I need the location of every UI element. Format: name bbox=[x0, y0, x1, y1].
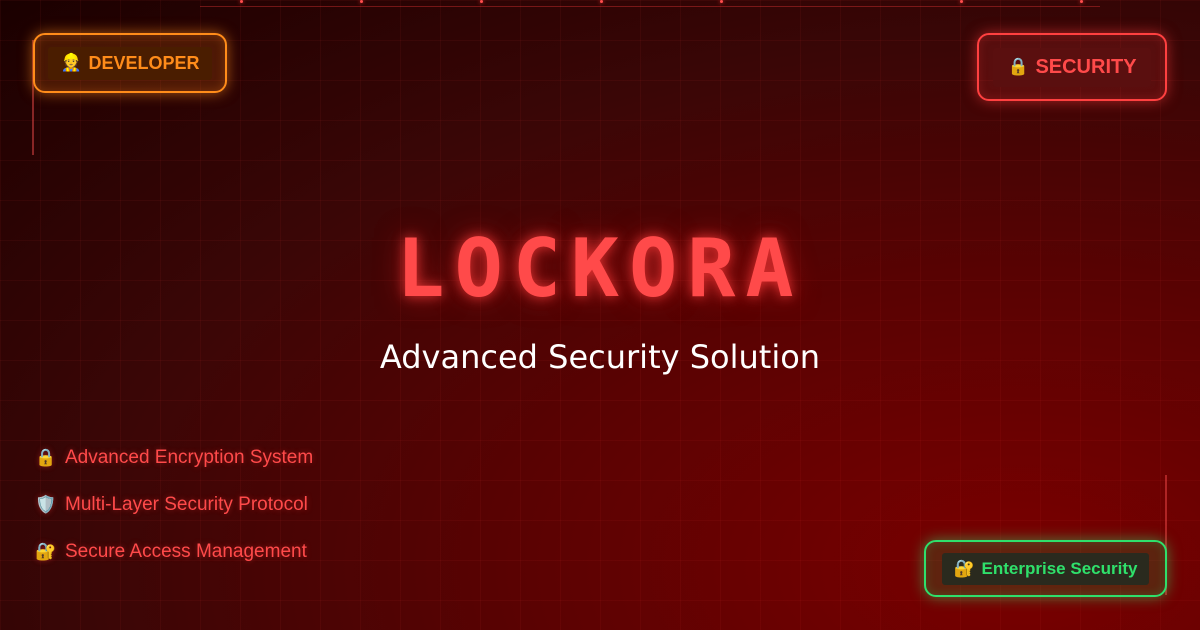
enterprise-badge-label: Enterprise Security bbox=[981, 558, 1138, 578]
top-dot bbox=[480, 0, 483, 3]
security-badge-label: SECURITY bbox=[1035, 55, 1137, 78]
lock-icon: 🔒 bbox=[35, 448, 57, 467]
top-dot bbox=[960, 0, 963, 3]
top-dot bbox=[720, 0, 723, 3]
feature-item: 🔒 Advanced Encryption System bbox=[35, 446, 313, 470]
page-subtitle: Advanced Security Solution bbox=[379, 338, 821, 376]
feature-item: 🛡️ Multi-Layer Security Protocol bbox=[35, 493, 313, 517]
developer-badge: 👷 DEVELOPER bbox=[33, 33, 227, 93]
feature-label: Secure Access Management bbox=[65, 541, 307, 562]
top-dot bbox=[240, 0, 243, 3]
feature-label: Multi-Layer Security Protocol bbox=[65, 494, 308, 515]
top-dot bbox=[600, 0, 603, 3]
shield-icon: 🛡️ bbox=[35, 495, 57, 514]
lock-with-key-icon: 🔐 bbox=[953, 558, 975, 578]
security-badge: 🔒 SECURITY bbox=[977, 33, 1167, 101]
top-divider-line bbox=[200, 6, 1100, 7]
top-dot bbox=[360, 0, 363, 3]
enterprise-security-badge: 🔐 Enterprise Security bbox=[924, 540, 1167, 597]
page-title: LOCKORA bbox=[396, 222, 804, 315]
feature-item: 🔐 Secure Access Management bbox=[35, 540, 313, 564]
feature-list: 🔒 Advanced Encryption System 🛡️ Multi-La… bbox=[35, 446, 313, 587]
lock-icon: 🔒 bbox=[1007, 57, 1029, 76]
lock-with-key-icon: 🔐 bbox=[35, 542, 57, 561]
construction-worker-icon: 👷 bbox=[60, 53, 82, 72]
top-dot bbox=[1080, 0, 1083, 3]
feature-label: Advanced Encryption System bbox=[65, 447, 314, 468]
developer-badge-label: DEVELOPER bbox=[88, 52, 200, 73]
